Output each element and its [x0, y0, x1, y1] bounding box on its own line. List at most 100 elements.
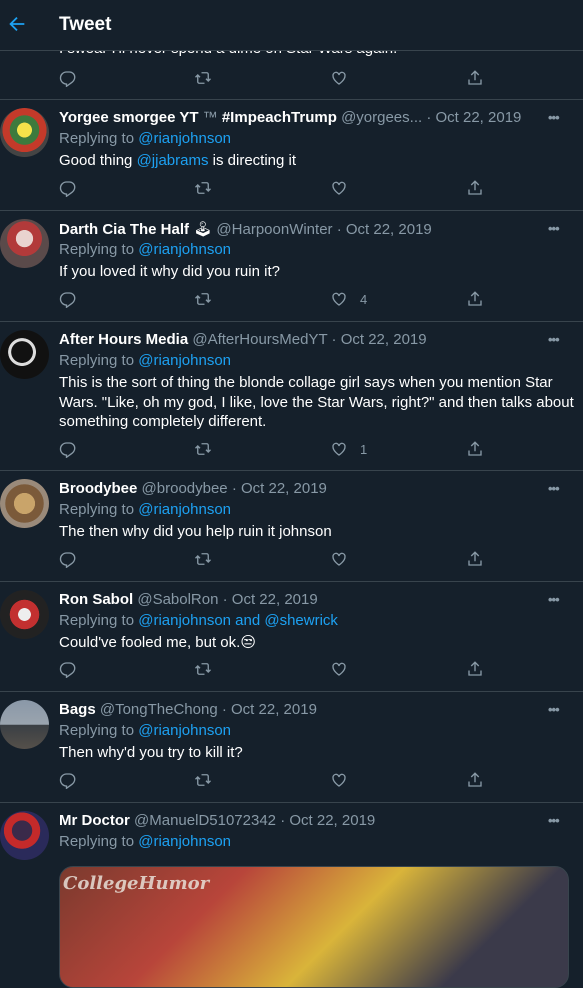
like-button[interactable]	[330, 69, 348, 87]
like-button[interactable]	[330, 179, 360, 197]
replying-to: Replying to @rianjohnson	[59, 352, 232, 369]
tweet-date[interactable]: Oct 22, 2019	[341, 331, 427, 348]
like-button[interactable]: 4	[330, 290, 367, 308]
avatar[interactable]	[0, 811, 49, 860]
retweet-icon	[195, 663, 211, 675]
tweet-date[interactable]: Oct 22, 2019	[289, 812, 375, 829]
avatar[interactable]	[0, 330, 49, 379]
reply-button[interactable]	[59, 550, 77, 568]
display-name-tag[interactable]: #ImpeachTrump	[222, 109, 337, 126]
tweet[interactable]: Broodybee @broodybee · Oct 22, 2019 ••• …	[0, 471, 583, 582]
reply-button[interactable]	[59, 440, 77, 458]
share-button[interactable]	[466, 290, 484, 308]
reply-icon	[59, 181, 76, 197]
tweet-date[interactable]: Oct 22, 2019	[231, 701, 317, 718]
reply-button[interactable]	[59, 179, 77, 197]
user-handle[interactable]: @yorgees...	[341, 109, 422, 126]
unamused-emoji: 😒	[240, 634, 256, 651]
reply-icon	[59, 71, 76, 87]
user-handle[interactable]: @SabolRon	[137, 591, 218, 608]
tweet-header: Mr Doctor @ManuelD51072342 · Oct 22, 201…	[59, 812, 376, 829]
retweet-button[interactable]	[194, 69, 212, 87]
reply-button[interactable]	[59, 660, 77, 678]
avatar[interactable]	[0, 108, 49, 157]
display-name[interactable]: Darth Cia The Half	[59, 221, 189, 238]
like-icon	[332, 773, 346, 787]
share-icon	[468, 772, 482, 787]
reply-icon	[59, 552, 76, 568]
display-name[interactable]: Ron Sabol	[59, 591, 133, 608]
top-bar: Tweet	[0, 0, 583, 51]
retweet-button[interactable]	[194, 290, 212, 308]
back-arrow-icon[interactable]	[6, 13, 28, 35]
mention-link[interactable]: @rianjohnson	[138, 833, 231, 850]
more-icon[interactable]: •••	[548, 702, 560, 717]
display-name[interactable]: Bags	[59, 701, 96, 718]
share-button[interactable]	[466, 771, 484, 789]
mention-link[interactable]: @rianjohnson	[138, 130, 231, 147]
avatar[interactable]	[0, 590, 49, 639]
avatar[interactable]	[0, 700, 49, 749]
tweet-date[interactable]: Oct 22, 2019	[346, 221, 432, 238]
more-icon[interactable]: •••	[548, 110, 560, 125]
share-button[interactable]	[466, 69, 484, 87]
reply-button[interactable]	[59, 69, 77, 87]
replying-to: Replying to @rianjohnson	[59, 501, 232, 518]
like-button[interactable]	[330, 660, 360, 678]
mention-link[interactable]: @rianjohnson	[138, 352, 231, 369]
share-button[interactable]	[466, 660, 484, 678]
share-button[interactable]	[466, 440, 484, 458]
avatar[interactable]	[0, 479, 49, 528]
user-handle[interactable]: @HarpoonWinter	[216, 221, 332, 238]
mention-link[interactable]: @jjabrams	[137, 152, 209, 169]
share-button[interactable]	[466, 179, 484, 197]
retweet-button[interactable]	[194, 550, 212, 568]
reply-button[interactable]	[59, 771, 77, 789]
replying-to: Replying to @rianjohnson	[59, 241, 232, 258]
tweet[interactable]: Yorgee smorgee YT ™ #ImpeachTrump @yorge…	[0, 100, 583, 211]
display-name[interactable]: Broodybee	[59, 480, 137, 497]
user-handle[interactable]: @AfterHoursMedYT	[192, 331, 327, 348]
tweet[interactable]: After Hours Media @AfterHoursMedYT · Oct…	[0, 322, 583, 471]
tweet-header: Broodybee @broodybee · Oct 22, 2019	[59, 480, 327, 497]
share-button[interactable]	[466, 550, 484, 568]
user-handle[interactable]: @broodybee	[142, 480, 228, 497]
share-icon	[468, 70, 482, 85]
more-icon[interactable]: •••	[548, 592, 560, 607]
tweet[interactable]: Bags @TongTheChong · Oct 22, 2019 ••• Re…	[0, 692, 583, 803]
retweet-button[interactable]	[194, 771, 212, 789]
mention-link[interactable]: @rianjohnson and @shewrick	[138, 612, 338, 629]
retweet-button[interactable]	[194, 179, 212, 197]
more-icon[interactable]: •••	[548, 221, 560, 236]
like-button[interactable]: 1	[330, 440, 367, 458]
like-button[interactable]	[330, 550, 360, 568]
tweet-header: Bags @TongTheChong · Oct 22, 2019	[59, 701, 317, 718]
mention-link[interactable]: @rianjohnson	[138, 722, 231, 739]
mention-link[interactable]: @rianjohnson	[138, 501, 231, 518]
tweet-date[interactable]: Oct 22, 2019	[232, 591, 318, 608]
mention-link[interactable]: @rianjohnson	[138, 241, 231, 258]
tweet-media-image[interactable]: CollegeHumor	[59, 866, 569, 988]
reply-icon	[59, 662, 76, 678]
more-icon[interactable]: •••	[548, 481, 560, 496]
retweet-button[interactable]	[194, 440, 212, 458]
tweet-actions	[0, 771, 583, 793]
avatar[interactable]	[0, 219, 49, 268]
more-icon[interactable]: •••	[548, 332, 560, 347]
reply-button[interactable]	[59, 290, 77, 308]
tweet[interactable]: Mr Doctor @ManuelD51072342 · Oct 22, 201…	[0, 803, 583, 988]
like-button[interactable]	[330, 771, 360, 789]
tweet-date[interactable]: Oct 22, 2019	[241, 480, 327, 497]
display-name[interactable]: Yorgee smorgee YT	[59, 109, 199, 126]
user-handle[interactable]: @ManuelD51072342	[134, 812, 276, 829]
display-name[interactable]: Mr Doctor	[59, 812, 130, 829]
display-name[interactable]: After Hours Media	[59, 331, 188, 348]
tweet[interactable]: Ron Sabol @SabolRon · Oct 22, 2019 ••• R…	[0, 582, 583, 692]
replying-to: Replying to @rianjohnson	[59, 833, 232, 850]
tweet-actions: 1	[0, 440, 583, 462]
tweet[interactable]: Darth Cia The Half 🕹 @HarpoonWinter · Oc…	[0, 211, 583, 322]
user-handle[interactable]: @TongTheChong	[100, 701, 218, 718]
tweet-date[interactable]: Oct 22, 2019	[436, 109, 522, 126]
more-icon[interactable]: •••	[548, 813, 560, 828]
retweet-button[interactable]	[194, 660, 212, 678]
